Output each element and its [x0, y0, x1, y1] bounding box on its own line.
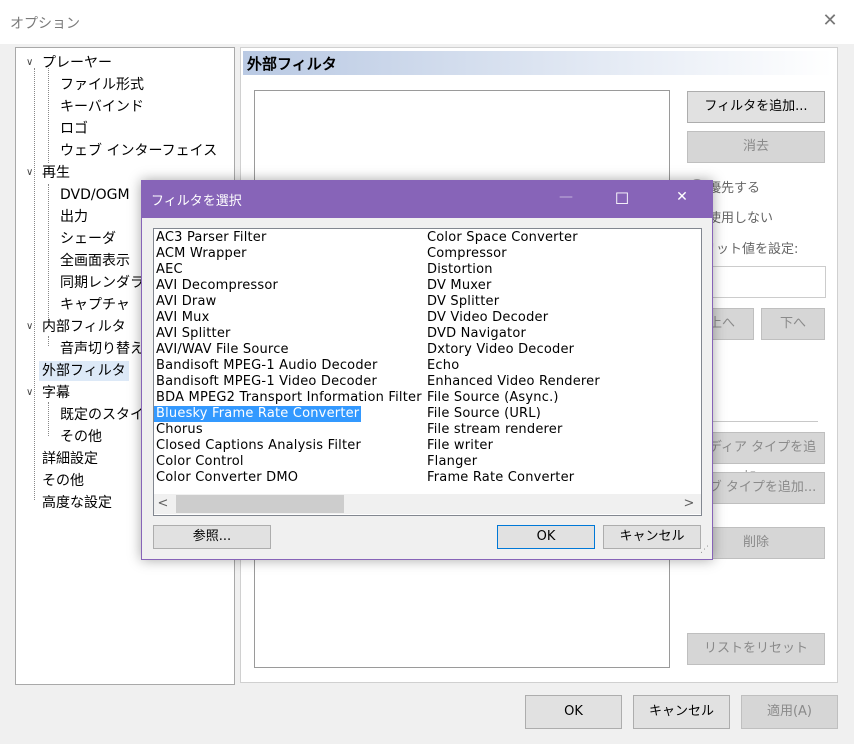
filter-list-item[interactable]: Flanger	[427, 454, 477, 470]
reset-list-button[interactable]: リストをリセット	[687, 633, 825, 665]
cancel-button[interactable]: キャンセル	[633, 695, 730, 729]
tree-line	[48, 402, 49, 436]
tree-node-capture[interactable]: キャプチャ	[60, 295, 130, 315]
tree-node-dvd-ogm[interactable]: DVD/OGM	[60, 185, 130, 205]
filter-list-item[interactable]: Enhanced Video Renderer	[427, 374, 600, 390]
filter-list-item[interactable]: Color Control	[156, 454, 244, 470]
dialog-cancel-button[interactable]: キャンセル	[603, 525, 701, 549]
maximize-icon[interactable]: ☐	[607, 189, 637, 208]
filter-list-item[interactable]: Color Converter DMO	[156, 470, 298, 486]
delete-button[interactable]: 消去	[687, 131, 825, 163]
tree-node-advanced-settings[interactable]: 詳細設定	[42, 449, 98, 469]
scroll-left-icon[interactable]: <	[155, 495, 171, 513]
filter-list-item[interactable]: Bluesky Frame Rate Converter	[154, 406, 362, 422]
collapse-icon[interactable]: ∨	[26, 53, 36, 73]
filter-list-item[interactable]: DV Muxer	[427, 278, 492, 294]
tree-node-advanced[interactable]: 高度な設定	[42, 493, 112, 513]
tree-node-shaders[interactable]: シェーダ	[60, 229, 116, 249]
tree-node-player[interactable]: プレーヤー	[42, 53, 112, 73]
tree-line	[48, 336, 49, 346]
panel-title: 外部フィルタ	[247, 55, 337, 73]
collapse-icon[interactable]: ∨	[26, 317, 36, 337]
browse-button[interactable]: 参照...	[153, 525, 271, 549]
apply-button[interactable]: 適用(A)	[741, 695, 838, 729]
close-icon[interactable]: ✕	[820, 11, 840, 31]
dialog-ok-button[interactable]: OK	[497, 525, 595, 549]
filter-list-item[interactable]: AVI Draw	[156, 294, 216, 310]
title-bar	[0, 0, 854, 44]
filter-list-item[interactable]: File Source (URL)	[427, 406, 541, 422]
dont-use-label: 使用しない	[708, 211, 774, 226]
filter-list-item[interactable]: BDA MPEG2 Transport Information Filter	[156, 390, 422, 406]
tree-node-keys[interactable]: キーバインド	[60, 97, 144, 117]
dialog-title: フィルタを選択	[151, 194, 242, 209]
filter-list-item[interactable]: AC3 Parser Filter	[156, 230, 267, 246]
filter-list-item[interactable]: Distortion	[427, 262, 493, 278]
tree-line	[48, 68, 49, 163]
filter-list-item[interactable]: Bandisoft MPEG-1 Audio Decoder	[156, 358, 378, 374]
filter-list-item[interactable]: AVI Splitter	[156, 326, 231, 342]
tree-node-output[interactable]: 出力	[60, 207, 88, 227]
collapse-icon[interactable]: ∨	[26, 383, 36, 403]
ok-button[interactable]: OK	[525, 695, 622, 729]
filter-list-item[interactable]: Dxtory Video Decoder	[427, 342, 574, 358]
prefer-label: 優先する	[708, 181, 761, 196]
filter-list-item[interactable]: Echo	[427, 358, 459, 374]
tree-node-audio-switcher[interactable]: 音声切り替え	[60, 339, 144, 359]
add-filter-button[interactable]: フィルタを追加...	[687, 91, 825, 123]
filter-list-item[interactable]: AVI Decompressor	[156, 278, 278, 294]
filter-list-item[interactable]: ACM Wrapper	[156, 246, 247, 262]
close-icon[interactable]: ✕	[667, 189, 697, 205]
tree-node-file-formats[interactable]: ファイル形式	[60, 75, 144, 95]
minimize-icon[interactable]: —	[551, 189, 581, 205]
filter-list-item[interactable]: File stream renderer	[427, 422, 563, 438]
filter-list-item[interactable]: Chorus	[156, 422, 203, 438]
down-button[interactable]: 下へ	[761, 308, 825, 340]
tree-node-subtitles[interactable]: 字幕	[42, 383, 70, 403]
tree-node-external-filters[interactable]: 外部フィルタ	[39, 361, 129, 381]
tree-node-web-interface[interactable]: ウェブ インターフェイス	[60, 141, 217, 161]
tree-node-internal-filters[interactable]: 内部フィルタ	[42, 317, 126, 337]
tree-node-logo[interactable]: ロゴ	[60, 119, 88, 139]
tree-line	[34, 68, 35, 500]
tree-line	[48, 184, 49, 320]
tree-node-misc[interactable]: その他	[42, 471, 84, 491]
filter-list-item[interactable]: DVD Navigator	[427, 326, 526, 342]
filter-list-item[interactable]: AEC	[156, 262, 183, 278]
resize-grip-icon[interactable]: ⋰	[700, 545, 710, 555]
filter-list-item[interactable]: Compressor	[427, 246, 507, 262]
scrollbar-thumb[interactable]	[176, 495, 344, 513]
filter-list-item[interactable]: Frame Rate Converter	[427, 470, 574, 486]
filter-list-item[interactable]: Closed Captions Analysis Filter	[156, 438, 361, 454]
filter-list-item[interactable]: AVI/WAV File Source	[156, 342, 289, 358]
tree-node-fullscreen[interactable]: 全画面表示	[60, 251, 130, 271]
collapse-icon[interactable]: ∨	[26, 163, 36, 183]
filter-list-item[interactable]: File Source (Async.)	[427, 390, 559, 406]
filter-list-item[interactable]: DV Video Decoder	[427, 310, 548, 326]
scroll-right-icon[interactable]: >	[681, 495, 697, 513]
filter-list-item[interactable]: File writer	[427, 438, 493, 454]
tree-node-subtitles-misc[interactable]: その他	[60, 427, 102, 447]
window-title: オプション	[10, 16, 80, 32]
tree-node-playback[interactable]: 再生	[42, 163, 70, 183]
filter-list-item[interactable]: Bandisoft MPEG-1 Video Decoder	[156, 374, 377, 390]
filter-list-item[interactable]: AVI Mux	[156, 310, 209, 326]
filter-list-item[interactable]: DV Splitter	[427, 294, 499, 310]
filter-list-item[interactable]: Color Space Converter	[427, 230, 578, 246]
